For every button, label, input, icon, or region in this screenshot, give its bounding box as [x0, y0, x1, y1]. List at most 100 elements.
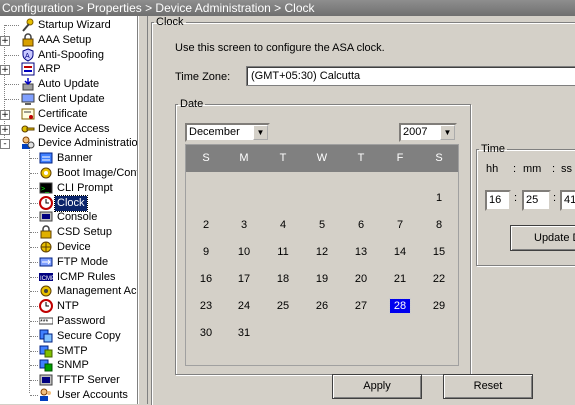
tree-line: [30, 158, 38, 160]
calendar-day[interactable]: 18: [273, 272, 293, 286]
calendar-day[interactable]: 7: [390, 218, 410, 232]
tree-item-label: CSD Setup: [57, 226, 113, 239]
tree-item-label: Auto Update: [38, 78, 100, 91]
update-time-button[interactable]: Update D: [510, 225, 575, 251]
calendar-day[interactable]: 29: [429, 299, 449, 313]
hours-input[interactable]: 16: [485, 190, 511, 211]
tree-item-label: NTP: [57, 300, 79, 313]
tree-item-label: Clock: [54, 194, 88, 212]
calendar-day[interactable]: 6: [351, 218, 371, 232]
expand-icon[interactable]: +: [0, 65, 10, 76]
tree-line: [30, 321, 38, 322]
tree-item-label: CLI Prompt: [57, 181, 113, 194]
clock-icon: [39, 195, 53, 210]
tree-item-label: SMTP: [57, 344, 88, 357]
tree-line: [30, 232, 38, 234]
calendar-day[interactable]: 9: [196, 245, 216, 259]
calendar-day[interactable]: 19: [312, 272, 332, 286]
tree-line: [30, 335, 38, 337]
collapse-icon[interactable]: -: [0, 139, 10, 150]
calendar-day[interactable]: 17: [234, 272, 254, 286]
calendar-day[interactable]: 5: [312, 218, 332, 232]
tree-line: [30, 187, 38, 189]
time-separator: :: [513, 163, 517, 175]
calendar-day[interactable]: 23: [196, 299, 216, 313]
calendar-day[interactable]: 4: [273, 218, 293, 232]
tree-item-label: Device: [57, 241, 91, 253]
wand-icon: [21, 18, 35, 32]
calendar-day[interactable]: 15: [429, 245, 449, 259]
tree-item-label: Banner: [57, 152, 93, 165]
console-icon: [39, 210, 53, 224]
calendar-day[interactable]: 11: [273, 245, 293, 259]
calendar-day[interactable]: 26: [312, 299, 332, 313]
calendar-day[interactable]: 10: [234, 245, 254, 259]
calendar-day[interactable]: 24: [234, 299, 254, 313]
lock-icon: [21, 33, 35, 47]
weekday-label: T: [279, 152, 287, 164]
navigation-tree[interactable]: Startup Wizard + AAA Setup A Anti-Spoofing + A…: [0, 16, 138, 404]
pane-splitter[interactable]: [138, 16, 148, 404]
chevron-down-icon[interactable]: ▼: [253, 125, 268, 140]
weekday-label: F: [396, 152, 404, 164]
tree-line: [30, 202, 38, 204]
tree-line: [30, 217, 38, 219]
calendar-grid: S M T W T F S 1 2 3 4 5 6 7 8 9 10 11 12 13 14 15 16 17 1…: [185, 144, 459, 366]
calendar-day[interactable]: 22: [429, 272, 449, 286]
calendar-day[interactable]: 8: [429, 218, 449, 232]
svg-text:>_: >_: [41, 186, 49, 193]
breadcrumb: Configuration > Properties > Device Admi…: [0, 0, 575, 16]
seconds-input[interactable]: 41: [560, 190, 575, 211]
calendar-day[interactable]: 20: [351, 272, 371, 286]
expand-icon[interactable]: +: [0, 124, 10, 135]
calendar-day[interactable]: 1: [429, 191, 449, 205]
shield-icon: A: [21, 48, 35, 62]
weekday-label: M: [239, 152, 249, 164]
key-icon: [21, 122, 35, 136]
management-icon: [39, 284, 53, 298]
tree-line: [5, 84, 19, 86]
users-icon: [39, 388, 53, 402]
tree-item-label: Startup Wizard: [38, 19, 111, 31]
chevron-down-icon[interactable]: ▼: [440, 125, 455, 140]
calendar-day[interactable]: 12: [312, 245, 332, 259]
weekday-label: T: [357, 152, 365, 164]
calendar-day[interactable]: 27: [351, 299, 371, 313]
weekday-label: S: [202, 152, 210, 164]
calendar-day[interactable]: 2: [196, 218, 216, 232]
tree-item-label: AAA Setup: [38, 33, 92, 46]
calendar-day[interactable]: 25: [273, 299, 293, 313]
calendar-day[interactable]: 21: [390, 272, 410, 286]
tree-line: [30, 365, 38, 367]
reset-button[interactable]: Reset: [443, 374, 533, 399]
date-group-title: Date: [180, 98, 204, 110]
mm-label: mm: [523, 163, 542, 175]
calendar-day[interactable]: 14: [390, 245, 410, 259]
tree-line: [30, 350, 38, 352]
year-select[interactable]: 2007 ▼: [399, 123, 457, 142]
weekday-label: S: [435, 152, 443, 164]
calendar-day[interactable]: 13: [351, 245, 371, 259]
time-separator: :: [514, 192, 518, 204]
tree-line: [30, 395, 38, 396]
calendar-day[interactable]: 31: [234, 326, 254, 340]
tree-line: [30, 173, 38, 174]
expand-icon[interactable]: +: [0, 35, 10, 46]
calendar-day[interactable]: 30: [196, 326, 216, 340]
svg-text:A: A: [25, 53, 30, 60]
apply-button[interactable]: Apply: [332, 374, 422, 399]
time-group-title: Time: [481, 143, 506, 155]
calendar-day[interactable]: 3: [234, 218, 254, 232]
calendar-day[interactable]: 16: [196, 272, 216, 286]
expand-icon[interactable]: +: [0, 109, 10, 120]
tree-line: [30, 306, 38, 308]
boot-icon: [39, 166, 53, 180]
admin-icon: [21, 136, 35, 150]
minutes-input[interactable]: 25: [522, 190, 551, 211]
month-select[interactable]: December ▼: [185, 123, 270, 142]
year-value: 2007: [403, 126, 428, 138]
timezone-select[interactable]: (GMT+05:30) Calcutta: [246, 66, 575, 86]
calendar-day-selected[interactable]: 28: [389, 298, 411, 314]
csd-icon: [39, 225, 53, 239]
tree-item-label: Client Update: [38, 93, 105, 105]
